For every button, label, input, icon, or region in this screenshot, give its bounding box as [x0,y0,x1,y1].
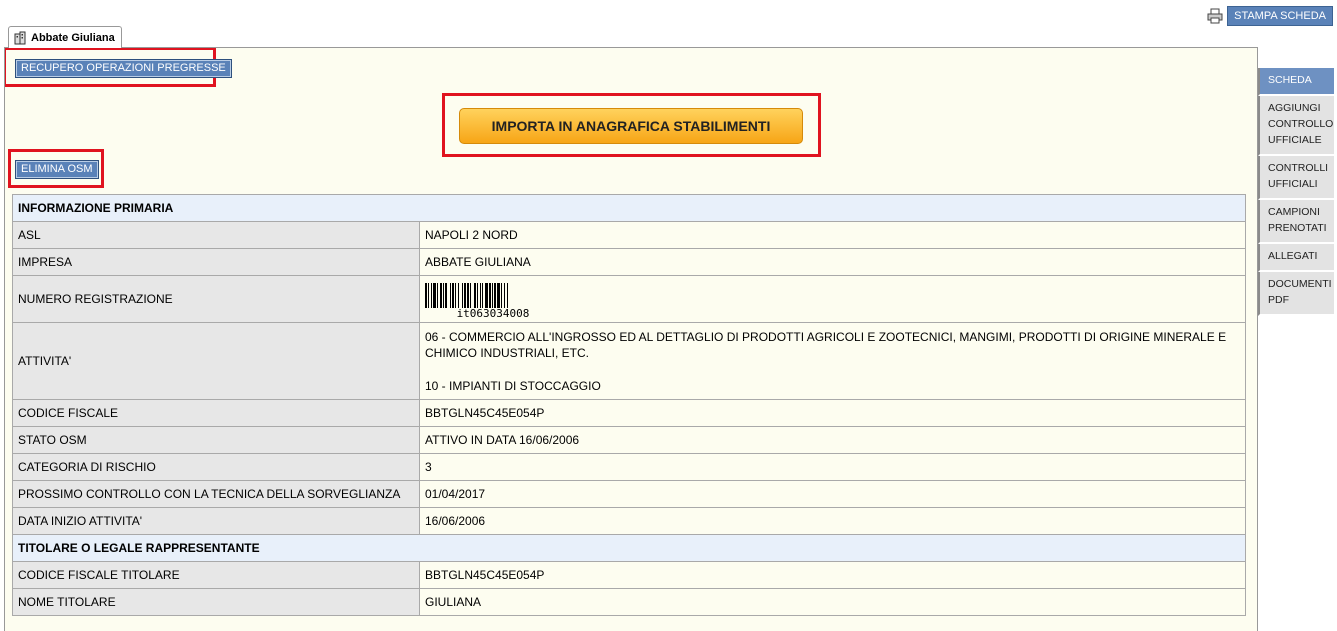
table-row: NOME TITOLARE GIULIANA [12,588,1246,616]
barcode: it063034008 [425,279,561,320]
importa-anagrafica-button[interactable]: IMPORTA IN ANAGRAFICA STABILIMENTI [459,108,803,144]
building-icon [14,31,26,44]
sidebar-item-scheda[interactable]: SCHEDA [1258,68,1334,96]
row-value: ABBATE GIULIANA [419,248,1246,276]
row-value: ATTIVO IN DATA 16/06/2006 [419,426,1246,454]
row-label: NUMERO REGISTRAZIONE [12,275,420,323]
table-row: ATTIVITA' 06 - COMMERCIO ALL'INGROSSO ED… [12,322,1246,400]
table-row: CATEGORIA DI RISCHIO 3 [12,453,1246,481]
section-header-primary: INFORMAZIONE PRIMARIA [12,194,1246,222]
barcode-image [425,282,508,308]
table-row: PROSSIMO CONTROLLO CON LA TECNICA DELLA … [12,480,1246,508]
table-row: IMPRESA ABBATE GIULIANA [12,248,1246,276]
row-value: 3 [419,453,1246,481]
elimina-osm-button[interactable]: ELIMINA OSM [15,160,99,179]
tab-label: Abbate Giuliana [31,31,115,44]
print-area: STAMPA SCHEDA [1207,6,1333,26]
row-label: STATO OSM [12,426,420,454]
sidebar-item-aggiungi-controllo[interactable]: AGGIUNGI CONTROLLO UFFICIALE [1258,96,1334,156]
row-label: CATEGORIA DI RISCHIO [12,453,420,481]
row-label: ASL [12,221,420,249]
barcode-text: it063034008 [456,306,530,320]
section-header-titolare: TITOLARE O LEGALE RAPPRESENTANTE [12,534,1246,562]
row-label: PROSSIMO CONTROLLO CON LA TECNICA DELLA … [12,480,420,508]
table-row: DATA INIZIO ATTIVITA' 16/06/2006 [12,507,1246,535]
sidebar-nav: SCHEDA AGGIUNGI CONTROLLO UFFICIALE CONT… [1258,68,1334,316]
row-value-attivita: 06 - COMMERCIO ALL'INGROSSO ED AL DETTAG… [419,322,1246,400]
row-value: NAPOLI 2 NORD [419,221,1246,249]
row-value: BBTGLN45C45E054P [419,399,1246,427]
sidebar-item-controlli-ufficiali[interactable]: CONTROLLI UFFICIALI [1258,156,1334,200]
sidebar-item-campioni-prenotati[interactable]: CAMPIONI PRENOTATI [1258,200,1334,244]
sidebar-item-allegati[interactable]: ALLEGATI [1258,244,1334,272]
main-panel: RECUPERO OPERAZIONI PREGRESSE IMPORTA IN… [4,47,1258,631]
table-row: ASL NAPOLI 2 NORD [12,221,1246,249]
printer-icon[interactable] [1207,8,1223,24]
row-value-barcode: it063034008 [419,275,1246,323]
table-row: NUMERO REGISTRAZIONE it063034008 [12,275,1246,323]
row-label: IMPRESA [12,248,420,276]
table-row: CODICE FISCALE BBTGLN45C45E054P [12,399,1246,427]
info-table: INFORMAZIONE PRIMARIA ASL NAPOLI 2 NORD … [12,194,1246,616]
table-row: CODICE FISCALE TITOLARE BBTGLN45C45E054P [12,561,1246,589]
row-label: CODICE FISCALE [12,399,420,427]
row-label: CODICE FISCALE TITOLARE [12,561,420,589]
row-label: DATA INIZIO ATTIVITA' [12,507,420,535]
section-title: INFORMAZIONE PRIMARIA [12,194,1246,222]
attivita-line: 06 - COMMERCIO ALL'INGROSSO ED AL DETTAG… [425,329,1227,360]
row-value: GIULIANA [419,588,1246,616]
row-label: ATTIVITA' [12,322,420,400]
row-value: 01/04/2017 [419,480,1246,508]
attivita-line: 10 - IMPIANTI DI STOCCAGGIO [425,378,601,393]
row-value: 16/06/2006 [419,507,1246,535]
section-title: TITOLARE O LEGALE RAPPRESENTANTE [12,534,1246,562]
sidebar-item-documenti-pdf[interactable]: DOCUMENTI PDF [1258,272,1334,316]
tab-abbate-giuliana[interactable]: Abbate Giuliana [8,26,122,48]
recupero-operazioni-button[interactable]: RECUPERO OPERAZIONI PREGRESSE [15,59,232,78]
row-value: BBTGLN45C45E054P [419,561,1246,589]
table-row: STATO OSM ATTIVO IN DATA 16/06/2006 [12,426,1246,454]
row-label: NOME TITOLARE [12,588,420,616]
print-sheet-button[interactable]: STAMPA SCHEDA [1227,6,1333,26]
